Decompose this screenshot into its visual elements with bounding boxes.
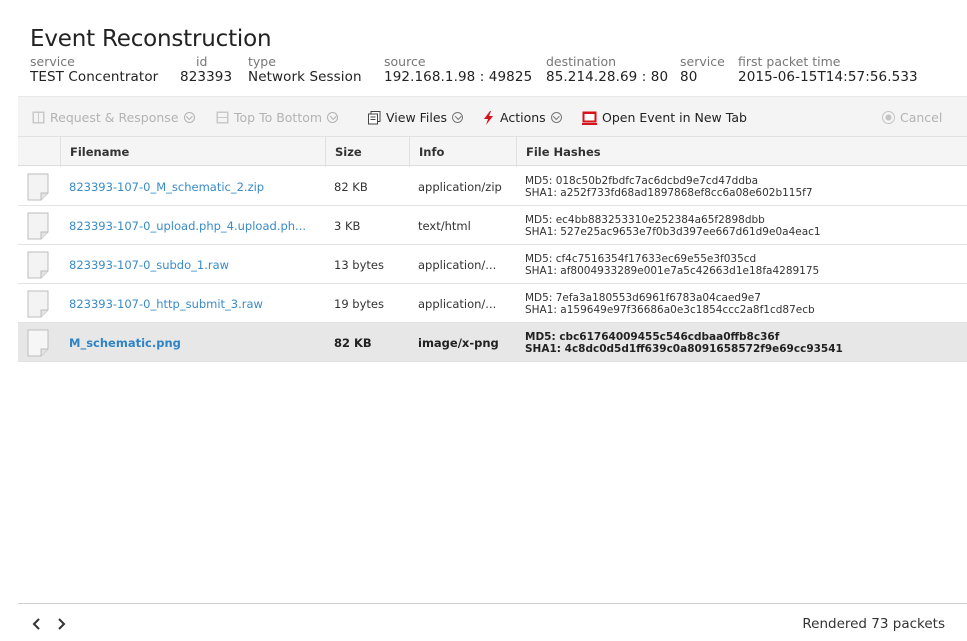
file-info: application/... <box>418 257 497 272</box>
chevron-down-icon <box>183 111 195 123</box>
chevron-down-icon <box>452 111 464 123</box>
cancel-button[interactable]: Cancel <box>882 107 942 127</box>
open-in-new-tab-button[interactable]: Open Event in New Tab <box>582 107 747 127</box>
sha1-hash: SHA1: a159649e97f36686a0e3c1854ccc2a8f1c… <box>525 303 815 316</box>
file-info: application/zip <box>418 179 502 194</box>
meta-value: 2015-06-15T14:57:56.533 <box>738 69 918 85</box>
meta-value: TEST Concentrator <box>30 69 159 85</box>
next-button[interactable] <box>56 617 66 635</box>
chevron-left-icon <box>32 618 40 630</box>
view-files-label: View Files <box>386 109 448 125</box>
meta-label: type <box>248 54 276 69</box>
meta-label: first packet time <box>738 54 841 69</box>
sha1-hash: SHA1: a252f733fd68ad1897868ef8cc6a08e602… <box>525 186 813 199</box>
meta-service-port: service 80 <box>680 55 725 86</box>
filename-link[interactable]: 823393-107-0_http_submit_3.raw <box>60 284 325 323</box>
file-icon <box>27 290 49 318</box>
new-tab-icon <box>582 111 597 125</box>
file-hashes: MD5: ec4bb883253310e252384a65f2898dbb SH… <box>516 206 967 245</box>
files-icon <box>368 110 381 124</box>
filename-link[interactable]: 823393-107-0_upload.php_4.upload.ph... <box>60 206 325 245</box>
column-header-filename[interactable]: Filename <box>60 137 325 167</box>
file-hashes: MD5: 7efa3a180553d6961f6783a04caed9e7 SH… <box>516 284 967 323</box>
table-row-selected[interactable]: M_schematic.png 82 KB image/x-png MD5: c… <box>18 323 967 362</box>
file-info: text/html <box>418 218 471 233</box>
footer-bar: Rendered 73 packets <box>18 605 967 641</box>
actions-label: Actions <box>500 109 546 125</box>
table-row[interactable]: 823393-107-0_http_submit_3.raw 19 bytes … <box>18 284 967 323</box>
file-size: 3 KB <box>334 218 361 233</box>
top-to-bottom-label: Top To Bottom <box>234 109 323 125</box>
meta-source: source 192.168.1.98 : 49825 <box>384 55 532 86</box>
event-reconstruction-panel: Event Reconstruction service TEST Concen… <box>18 8 967 641</box>
file-size: 19 bytes <box>334 296 384 311</box>
file-icon <box>27 212 49 240</box>
md5-hash: MD5: 018c50b2fbdfc7ac6dcbd9e7cd47ddba <box>525 174 759 187</box>
meta-service: service TEST Concentrator <box>30 55 158 86</box>
meta-value: 80 <box>680 69 698 85</box>
request-response-label: Request & Response <box>50 109 179 125</box>
split-view-icon <box>32 111 45 124</box>
table-row[interactable]: 823393-107-0_M_schematic_2.zip 82 KB app… <box>18 167 967 206</box>
stacked-view-icon <box>216 111 229 124</box>
file-hashes: MD5: 018c50b2fbdfc7ac6dcbd9e7cd47ddba SH… <box>516 167 967 206</box>
cancel-label: Cancel <box>900 109 943 125</box>
sha1-hash: SHA1: 4c8dc0d5d1ff639c0a8091658572f9e69c… <box>525 342 843 355</box>
top-to-bottom-button[interactable]: Top To Bottom <box>216 107 339 127</box>
file-size: 82 KB <box>334 179 368 194</box>
actions-button[interactable]: Actions <box>482 107 562 127</box>
chevron-right-icon <box>58 618 66 630</box>
meta-destination: destination 85.214.28.69 : 80 <box>546 55 668 86</box>
meta-value: 823393 <box>180 69 233 85</box>
column-header-info[interactable]: Info <box>409 137 516 167</box>
table-row[interactable]: 823393-107-0_upload.php_4.upload.ph... 3… <box>18 206 967 245</box>
md5-hash: MD5: 7efa3a180553d6961f6783a04caed9e7 <box>525 291 761 304</box>
md5-hash: MD5: cf4c7516354f17633ec69e55e3f035cd <box>525 252 757 265</box>
view-files-button[interactable]: View Files <box>368 107 464 127</box>
meta-id: id 823393 <box>180 55 232 86</box>
file-hashes: MD5: cbc61764009455c546cdbaa0ffb8c36f SH… <box>516 323 967 362</box>
meta-value: 192.168.1.98 : 49825 <box>384 69 533 85</box>
table-header: Filename Size Info File Hashes <box>18 136 967 167</box>
icon-column-header <box>18 137 60 167</box>
file-size: 82 KB <box>334 335 372 350</box>
file-icon <box>27 329 49 357</box>
table-row[interactable]: 823393-107-0_subdo_1.raw 13 bytes applic… <box>18 245 967 284</box>
meta-first-packet-time: first packet time 2015-06-15T14:57:56.53… <box>738 55 918 86</box>
meta-type: type Network Session <box>248 55 362 86</box>
chevron-down-icon <box>550 111 562 123</box>
stop-circle-icon <box>882 110 895 124</box>
chevron-down-icon <box>327 111 339 123</box>
meta-label: service <box>680 54 725 69</box>
lightning-icon <box>482 110 495 125</box>
md5-hash: MD5: ec4bb883253310e252384a65f2898dbb <box>525 213 765 226</box>
meta-label: service <box>30 54 75 69</box>
md5-hash: MD5: cbc61764009455c546cdbaa0ffb8c36f <box>525 330 780 343</box>
file-info: application/... <box>418 296 497 311</box>
meta-value: Network Session <box>248 69 362 85</box>
meta-label: source <box>384 54 426 69</box>
filename-link[interactable]: 823393-107-0_M_schematic_2.zip <box>60 167 325 206</box>
open-in-new-tab-label: Open Event in New Tab <box>602 109 747 125</box>
request-response-button[interactable]: Request & Response <box>32 107 195 127</box>
column-header-size[interactable]: Size <box>325 137 409 167</box>
file-icon <box>27 173 49 201</box>
file-icon <box>27 251 49 279</box>
meta-label: id <box>196 54 208 69</box>
filename-link[interactable]: M_schematic.png <box>60 323 325 362</box>
file-hashes: MD5: cf4c7516354f17633ec69e55e3f035cd SH… <box>516 245 967 284</box>
file-info: image/x-png <box>418 335 499 350</box>
column-header-file-hashes[interactable]: File Hashes <box>516 137 967 167</box>
meta-value: 85.214.28.69 : 80 <box>546 69 669 85</box>
page-title: Event Reconstruction <box>30 26 272 52</box>
filename-link[interactable]: 823393-107-0_subdo_1.raw <box>60 245 325 284</box>
files-table: Filename Size Info File Hashes 823393-10… <box>18 136 967 604</box>
previous-button[interactable] <box>32 617 42 635</box>
rendered-packets-status: Rendered 73 packets <box>802 616 945 632</box>
sha1-hash: SHA1: af8004933289e001e7a5c42663d1e18fa4… <box>525 264 820 277</box>
sha1-hash: SHA1: 527e25ac9653e7f0b3d397ee667d61d9e0… <box>525 225 821 238</box>
file-size: 13 bytes <box>334 257 384 272</box>
toolbar: Request & Response Top To Bottom View Fi… <box>18 96 967 136</box>
meta-label: destination <box>546 54 617 69</box>
